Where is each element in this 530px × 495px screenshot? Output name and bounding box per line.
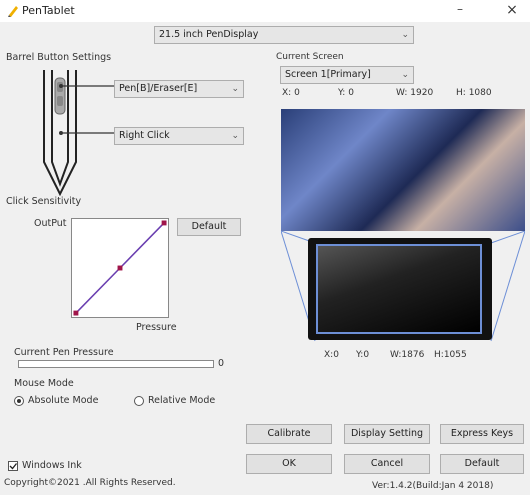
sensitivity-default-button[interactable]: Default — [177, 218, 241, 236]
area-w-readout: W:1876 — [390, 350, 425, 360]
pen-pressure-value: 0 — [218, 358, 225, 369]
relative-mode-radio[interactable] — [134, 396, 144, 406]
pressure-axis-label: Pressure — [136, 322, 177, 333]
calibrate-button[interactable]: Calibrate — [246, 424, 332, 444]
device-select[interactable]: 21.5 inch PenDisplay ⌄ — [154, 26, 414, 44]
curve-control-point[interactable] — [117, 265, 123, 271]
screen-select[interactable]: Screen 1[Primary] ⌄ — [280, 66, 414, 84]
cancel-button[interactable]: Cancel — [344, 454, 430, 474]
close-button[interactable]: × — [500, 2, 524, 20]
chevron-down-icon: ⌄ — [401, 30, 409, 40]
chevron-down-icon: ⌄ — [231, 131, 239, 141]
device-select-value: 21.5 inch PenDisplay — [159, 29, 259, 40]
default-button[interactable]: Default — [440, 454, 524, 474]
display-setting-button[interactable]: Display Setting — [344, 424, 430, 444]
output-axis-label: OutPut — [34, 218, 67, 229]
pen-pressure-bar — [18, 360, 214, 368]
pen-tablet-app-icon — [8, 6, 18, 17]
screen-preview-image — [281, 109, 525, 231]
barrel-button-1-value: Pen[B]/Eraser[E] — [119, 83, 198, 94]
screen-x-readout: X: 0 — [282, 88, 300, 98]
mouse-mode-label: Mouse Mode — [14, 378, 74, 389]
screen-h-readout: H: 1080 — [456, 88, 492, 98]
curve-control-point[interactable] — [73, 310, 79, 316]
pen-pressure-label: Current Pen Pressure — [14, 347, 114, 358]
barrel-section-label: Barrel Button Settings — [6, 52, 112, 63]
minimize-button[interactable]: – — [448, 2, 472, 20]
curve-control-point[interactable] — [161, 220, 167, 226]
checkmark-icon — [9, 463, 18, 470]
area-h-readout: H:1055 — [434, 350, 467, 360]
tablet-active-area[interactable] — [316, 244, 482, 334]
barrel-button-2-value: Right Click — [119, 130, 170, 141]
absolute-mode-radio[interactable] — [14, 396, 24, 406]
screen-w-readout: W: 1920 — [396, 88, 434, 98]
express-keys-button[interactable]: Express Keys — [440, 424, 524, 444]
version-text: Ver:1.4.2(Build:Jan 4 2018) — [372, 481, 494, 491]
relative-mode-label[interactable]: Relative Mode — [148, 395, 215, 406]
screen-y-readout: Y: 0 — [338, 88, 354, 98]
pressure-curve-graph[interactable] — [71, 218, 169, 318]
area-y-readout: Y:0 — [356, 350, 370, 360]
barrel-button-1-select[interactable]: Pen[B]/Eraser[E] ⌄ — [114, 80, 244, 98]
chevron-down-icon: ⌄ — [231, 84, 239, 94]
screen-select-value: Screen 1[Primary] — [285, 69, 371, 80]
current-screen-label: Current Screen — [276, 52, 344, 62]
sensitivity-section-label: Click Sensitivity — [6, 196, 82, 207]
pen-illustration — [43, 70, 114, 196]
copyright-text: Copyright©2021 .All Rights Reserved. — [4, 478, 176, 488]
windows-ink-checkbox[interactable] — [8, 461, 18, 471]
window-title: PenTablet — [22, 4, 75, 17]
windows-ink-label: Windows Ink — [22, 460, 82, 471]
tablet-display-image — [308, 238, 492, 340]
area-x-readout: X:0 — [324, 350, 339, 360]
ok-button[interactable]: OK — [246, 454, 332, 474]
absolute-mode-label[interactable]: Absolute Mode — [28, 395, 98, 406]
chevron-down-icon: ⌄ — [401, 70, 409, 80]
barrel-button-2-select[interactable]: Right Click ⌄ — [114, 127, 244, 145]
